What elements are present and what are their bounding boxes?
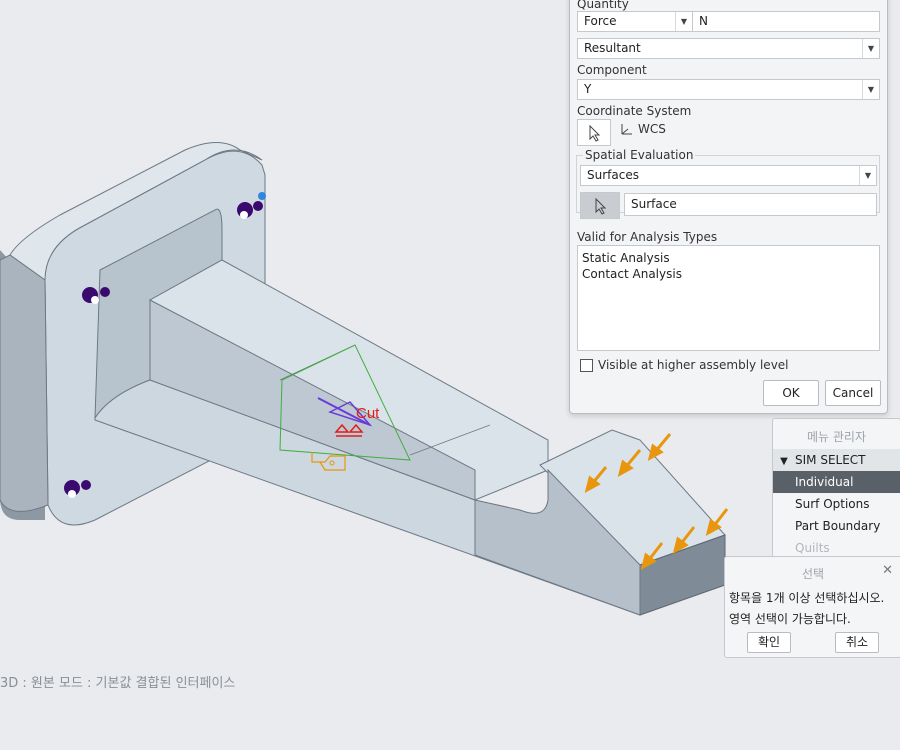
- confirm-button[interactable]: 확인: [747, 632, 791, 653]
- select-title: 선택: [801, 567, 825, 581]
- cursor-icon: [589, 124, 601, 142]
- list-item[interactable]: Contact Analysis: [582, 266, 875, 282]
- quantity-dropdown[interactable]: Force ▼: [577, 11, 693, 32]
- surface-value: Surface: [631, 197, 677, 211]
- chevron-down-icon[interactable]: ▼: [859, 166, 876, 185]
- surface-select-button[interactable]: [580, 192, 620, 219]
- visible-checkbox[interactable]: [580, 359, 593, 372]
- analysis-types-list[interactable]: Static Analysis Contact Analysis: [577, 245, 880, 351]
- spatial-dropdown[interactable]: Surfaces ▼: [580, 165, 877, 186]
- list-item[interactable]: Static Analysis: [582, 250, 875, 266]
- menu-manager: 메뉴 관리자 ▼ SIM SELECT Individual Surf Optio…: [772, 418, 900, 560]
- chevron-down-icon[interactable]: ▼: [862, 80, 879, 99]
- component-dropdown[interactable]: Y ▼: [577, 79, 880, 100]
- visible-label: Visible at higher assembly level: [598, 358, 789, 372]
- menu-title: 메뉴 관리자: [806, 430, 866, 444]
- menu-header-sim-select[interactable]: ▼ SIM SELECT: [773, 449, 900, 471]
- viewport-status-text: 3D : 원본 모드 : 기본값 결합된 인터페이스: [0, 676, 236, 691]
- component-label: Component: [577, 63, 647, 77]
- cursor-icon: [595, 197, 607, 215]
- menu-item-surf-options[interactable]: Surf Options: [773, 493, 900, 515]
- quantity-value: Force: [584, 14, 617, 28]
- coordinate-system-icon: [621, 124, 632, 135]
- menu-header-label: SIM SELECT: [795, 453, 866, 467]
- unit-field[interactable]: N: [692, 11, 880, 32]
- valid-analysis-label: Valid for Analysis Types: [577, 230, 718, 244]
- triangle-down-icon: ▼: [780, 456, 788, 467]
- measure-dialog: Quantity Force ▼ N Resultant ▼ Component…: [569, 0, 888, 414]
- select-cancel-button[interactable]: 취소: [835, 632, 879, 653]
- quantity-label: Quantity: [577, 0, 629, 11]
- menu-item-individual[interactable]: Individual: [773, 471, 900, 493]
- ok-button[interactable]: OK: [763, 380, 819, 406]
- surface-collector[interactable]: Surface: [624, 193, 877, 216]
- menu-item-part-boundary[interactable]: Part Boundary: [773, 515, 900, 537]
- cancel-button[interactable]: Cancel: [825, 380, 881, 406]
- select-message-2: 영역 선택이 가능합니다.: [729, 612, 851, 626]
- unit-value: N: [699, 14, 708, 28]
- close-icon[interactable]: ✕: [882, 563, 893, 578]
- chevron-down-icon[interactable]: ▼: [675, 12, 692, 31]
- component-value: Y: [584, 82, 592, 96]
- spatial-evaluation-label: Spatial Evaluation: [583, 148, 696, 162]
- coord-select-button[interactable]: [577, 119, 611, 146]
- spatial-value: Surfaces: [587, 168, 639, 182]
- resultant-dropdown[interactable]: Resultant ▼: [577, 38, 880, 59]
- select-popup: 선택 ✕ 항목을 1개 이상 선택하십시오. 영역 선택이 가능합니다. 확인 …: [724, 556, 900, 658]
- chevron-down-icon[interactable]: ▼: [862, 39, 879, 58]
- origin-marker: [258, 192, 266, 200]
- select-message-1: 항목을 1개 이상 선택하십시오.: [729, 591, 885, 605]
- coord-system-value: WCS: [638, 122, 666, 136]
- resultant-value: Resultant: [584, 41, 641, 55]
- cut-label: Cut: [356, 405, 380, 422]
- coord-system-label: Coordinate System: [577, 104, 692, 118]
